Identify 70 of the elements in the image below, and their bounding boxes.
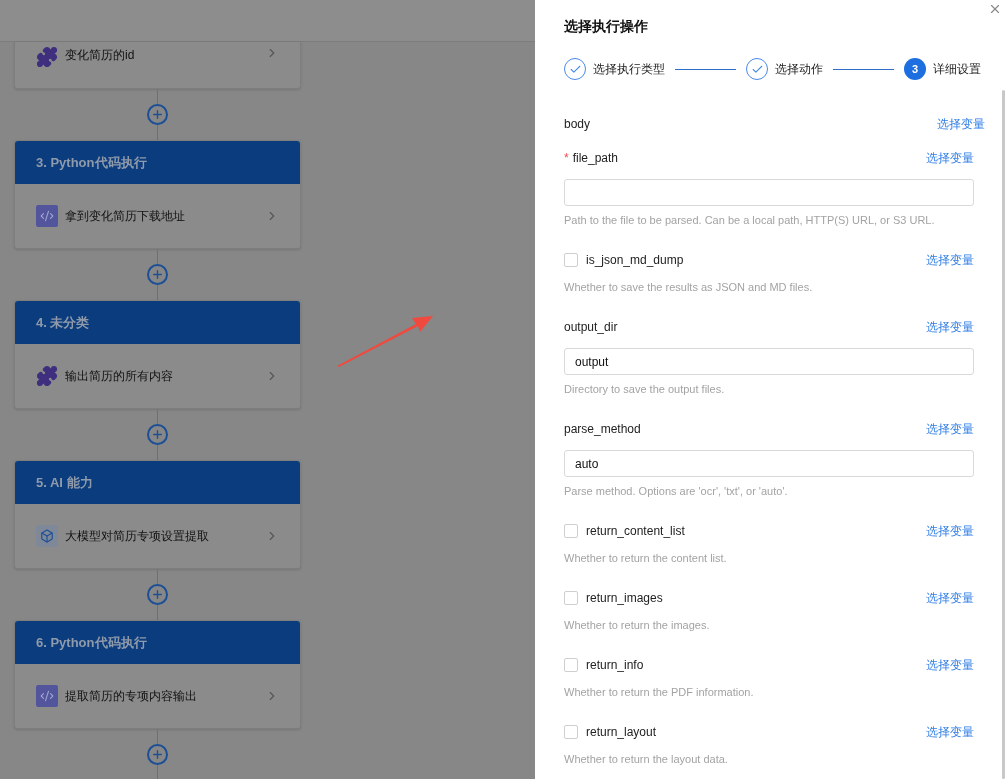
select-variable-link[interactable]: 选择变量 [926,522,974,540]
close-icon[interactable] [988,2,1002,16]
action-label: 变化简历的id [65,47,135,64]
add-step-button[interactable] [147,264,168,285]
field-description: Whether to return the images. [564,618,711,633]
field-label: body [564,116,591,133]
field-description: Path to the file to be parsed. Can be a local path, HTTP(S) URL, or S3 URL. [564,213,936,228]
field-label: output_dir [564,319,618,336]
step-action-row[interactable]: 拿到变化简历下载地址 [15,184,300,248]
card-header: 5. AI 能力 [15,461,300,504]
puzzle-icon [36,365,58,387]
required-mark: * [564,150,569,167]
checkbox[interactable] [564,725,578,739]
puzzle-icon [36,46,58,68]
cube-icon [36,525,58,547]
step-action-row[interactable]: 变化简历的id [15,42,300,88]
text-input-field[interactable] [564,179,974,206]
select-variable-link[interactable]: 选择变量 [926,589,974,607]
code-icon [36,685,58,707]
step-label: 选择动作 [775,61,823,78]
select-variable-link[interactable]: 选择变量 [926,420,974,438]
step-label: 选择执行类型 [593,61,665,78]
field-label: file_path [572,150,619,167]
field-description: Whether to return the PDF information. [564,685,755,700]
checkbox[interactable] [564,591,578,605]
field-label: return_layout [586,724,657,741]
field-description: Whether to return the layout data. [564,752,729,767]
add-step-button[interactable] [147,424,168,445]
action-label: 拿到变化简历下载地址 [65,208,185,225]
field-label: is_json_md_dump [586,252,684,269]
text-input-field[interactable]: auto [564,450,974,477]
step-action-row[interactable]: 大模型对简历专项设置提取 [15,504,300,568]
drawer-title: 选择执行操作 [564,17,649,36]
card-header: 4. 未分类 [15,301,300,344]
card-header: 3. Python代码执行 [15,141,300,184]
field-label: return_images [586,590,663,607]
field-description: Whether to save the results as JSON and MD files. [564,280,814,295]
plus-icon [151,428,164,441]
plus-icon [151,588,164,601]
plus-icon [151,108,164,121]
select-variable-link[interactable]: 选择变量 [926,251,974,269]
select-variable-link[interactable]: 选择变量 [926,656,974,674]
checkbox[interactable] [564,524,578,538]
add-step-button[interactable] [147,584,168,605]
step-number: 3 [904,58,926,80]
select-variable-link[interactable]: 选择变量 [926,149,974,167]
field-description: Parse method. Options are 'ocr', 'txt', or 'auto'. [564,484,789,499]
add-step-button[interactable] [147,104,168,125]
select-variable-link[interactable]: 选择变量 [926,318,974,336]
plus-icon [151,268,164,281]
select-variable-link[interactable]: 选择变量 [937,115,985,133]
select-variable-link[interactable]: 选择变量 [926,723,974,741]
action-label: 提取简历的专项内容输出 [65,688,197,705]
field-label: parse_method [564,421,641,438]
field-label: return_content_list [586,523,685,540]
action-label: 大模型对简历专项设置提取 [65,528,209,545]
text-input-field[interactable]: output [564,348,974,375]
action-label: 输出简历的所有内容 [65,368,173,385]
step-action-row[interactable]: 输出简历的所有内容 [15,344,300,408]
card-header: 6. Python代码执行 [15,621,300,664]
step-label: 详细设置 [933,61,981,78]
step-action-row[interactable]: 提取简历的专项内容输出 [15,664,300,728]
checkbox[interactable] [564,658,578,672]
code-icon [36,205,58,227]
add-step-button[interactable] [147,744,168,765]
field-description: Directory to save the output files. [564,382,726,397]
field-description: Whether to return the content list. [564,551,728,566]
field-label: return_info [586,657,644,674]
checkbox[interactable] [564,253,578,267]
plus-icon [151,748,164,761]
